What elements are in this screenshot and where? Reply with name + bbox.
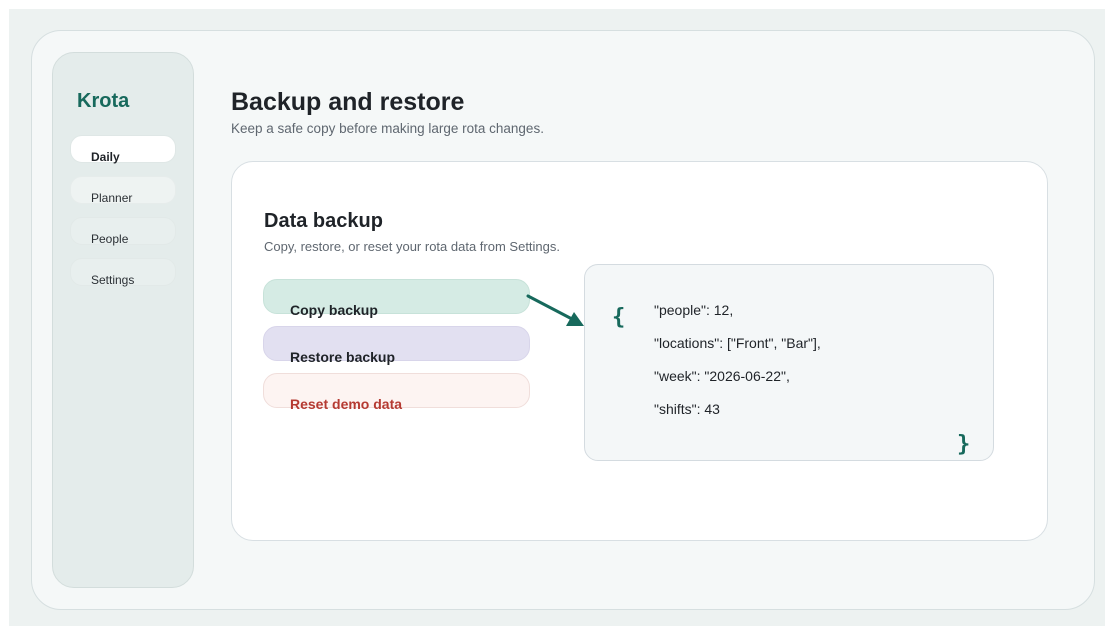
- reset-demo-data-button[interactable]: Reset demo data: [263, 373, 530, 412]
- sidebar: [52, 52, 194, 588]
- sidebar-item-label: Planner: [91, 191, 133, 205]
- brand-logo: Krota: [77, 90, 130, 112]
- copy-backup-button[interactable]: Copy backup: [263, 279, 530, 318]
- sidebar-item-label: People: [91, 232, 129, 246]
- arrow-icon: [526, 294, 584, 326]
- json-line: "people": 12,: [654, 302, 734, 318]
- copy-backup-label: Copy backup: [290, 302, 378, 318]
- card-subtitle: Copy, restore, or reset your rota data f…: [264, 239, 560, 254]
- restore-backup-button[interactable]: Restore backup: [263, 326, 530, 365]
- sidebar-item-label: Settings: [91, 273, 135, 287]
- sidebar-item-daily[interactable]: Daily: [70, 135, 176, 164]
- page-subtitle: Keep a safe copy before making large rot…: [231, 121, 544, 136]
- json-line: "shifts": 43: [654, 401, 720, 417]
- json-line: "locations": ["Front", "Bar"],: [654, 335, 821, 351]
- card-title: Data backup: [264, 210, 383, 232]
- json-open-brace: {: [612, 305, 626, 330]
- reset-demo-data-label: Reset demo data: [290, 396, 403, 412]
- page-title: Backup and restore: [231, 88, 465, 116]
- sidebar-item-label: Daily: [91, 150, 120, 164]
- sidebar-item-people[interactable]: People: [70, 217, 176, 246]
- json-line: "week": "2026-06-22",: [654, 368, 790, 384]
- sidebar-item-planner[interactable]: Planner: [70, 176, 176, 205]
- restore-backup-label: Restore backup: [290, 349, 396, 365]
- json-close-brace: }: [957, 432, 971, 457]
- sidebar-item-settings[interactable]: Settings: [70, 258, 176, 287]
- json-preview-panel: [584, 264, 994, 461]
